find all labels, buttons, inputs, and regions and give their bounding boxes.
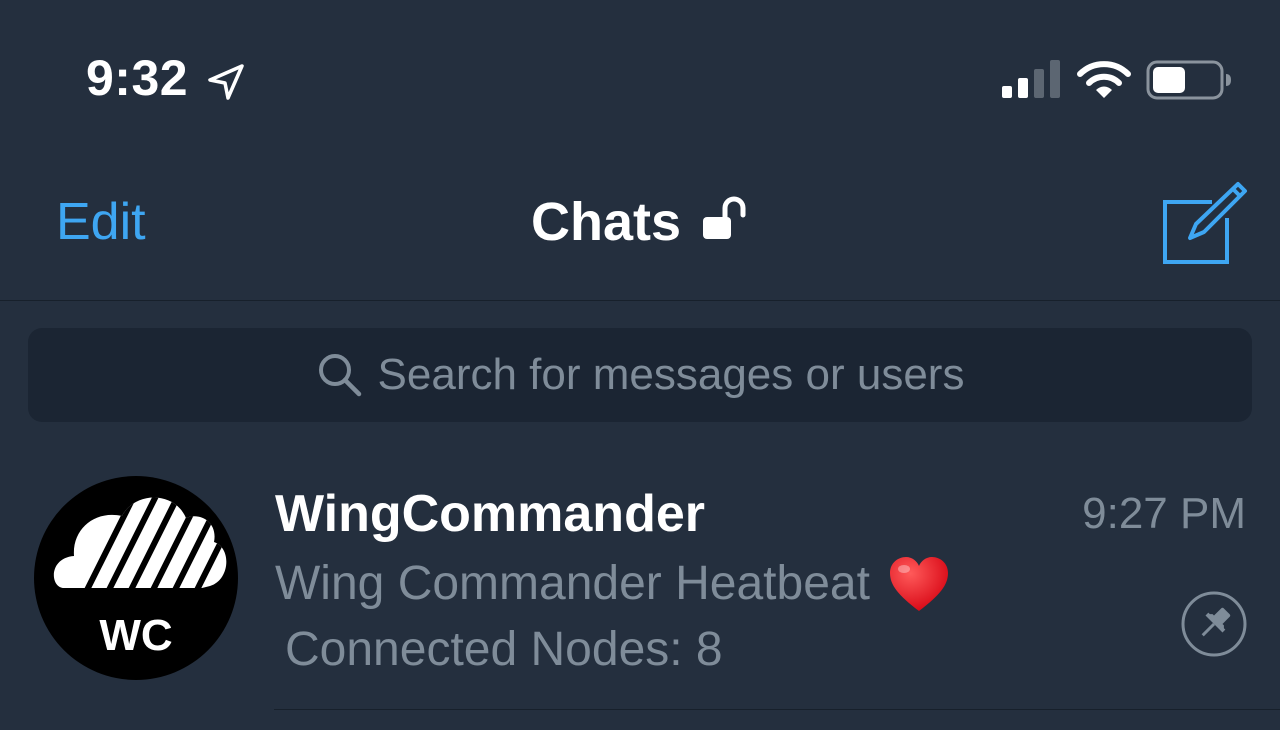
search-input[interactable]: Search for messages or users — [28, 328, 1252, 422]
avatar-initials: WC — [99, 611, 172, 660]
compose-icon[interactable] — [1160, 180, 1248, 266]
row-divider — [274, 709, 1280, 710]
search-placeholder: Search for messages or users — [377, 350, 965, 399]
location-arrow-icon — [208, 64, 244, 100]
avatar: WC — [34, 476, 238, 680]
pin-icon — [1181, 591, 1247, 657]
battery-icon — [1146, 60, 1231, 100]
unlocked-padlock-icon[interactable] — [701, 195, 749, 243]
chat-preview-line: Wing Commander Heatbeat — [275, 554, 950, 614]
wifi-icon — [1077, 61, 1131, 98]
chat-preview-text-2: Connected Nodes: 8 — [285, 623, 723, 676]
nav-divider — [0, 300, 1280, 301]
wing-commander-logo-icon: WC — [53, 497, 227, 660]
cellular-signal-icon — [1002, 60, 1060, 98]
chat-time: 9:27 PM — [1082, 489, 1246, 538]
chat-name: WingCommander — [275, 485, 705, 543]
status-time: 9:32 — [86, 50, 189, 106]
page-title: Chats — [530, 192, 682, 252]
search-icon — [318, 354, 361, 397]
chat-list-item[interactable]: WC WingCommander 9:27 PM Wing Commander … — [0, 460, 1280, 710]
heart-icon — [889, 557, 948, 611]
nav-title-bar: Chats — [0, 190, 1280, 254]
chats-screen: 9:32 Edit Chats Search for messages or u… — [0, 0, 1280, 730]
chat-preview-text: Wing Commander Heatbeat — [275, 557, 870, 610]
